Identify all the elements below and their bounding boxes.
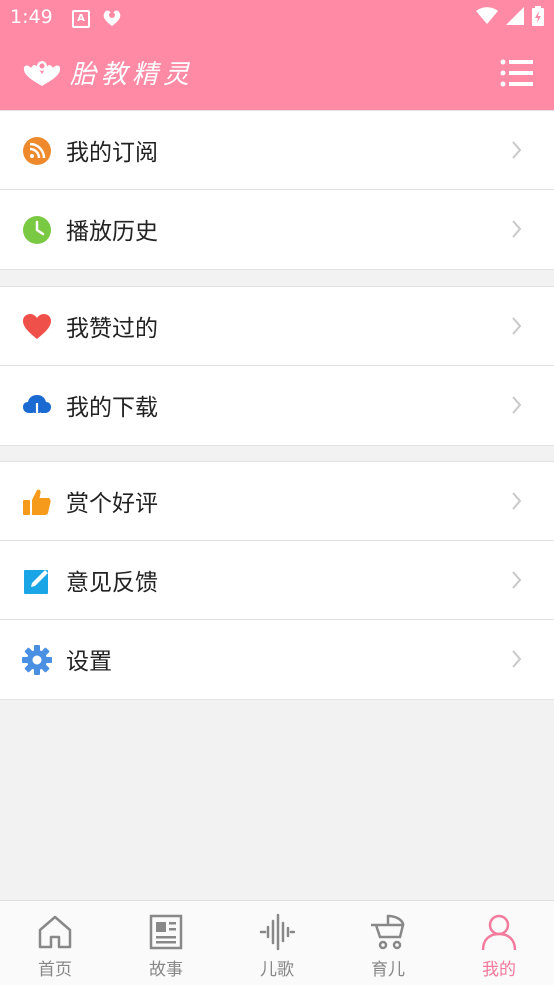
menu-group-1: 我的订阅 播放历史 xyxy=(0,110,554,270)
clock-icon xyxy=(22,215,52,245)
tab-home[interactable]: 首页 xyxy=(0,901,110,985)
chevron-right-icon xyxy=(512,650,522,672)
menu-item-label: 播放历史 xyxy=(66,219,158,245)
tab-label: 我的 xyxy=(482,960,516,980)
header: 1:49 A 胎教精灵 xyxy=(0,0,554,110)
tab-parenting[interactable]: 育儿 xyxy=(333,901,443,985)
menu-item-subscriptions[interactable]: 我的订阅 xyxy=(0,111,554,190)
tab-label: 儿歌 xyxy=(260,960,294,980)
menu-item-history[interactable]: 播放历史 xyxy=(0,190,554,269)
menu-item-label: 赏个好评 xyxy=(66,491,158,517)
newspaper-icon xyxy=(148,913,184,951)
chevron-right-icon xyxy=(512,571,522,593)
status-icons xyxy=(476,6,544,26)
chevron-right-icon xyxy=(512,492,522,514)
tab-label: 育儿 xyxy=(371,960,405,980)
menu-group-3: 赏个好评 意见反馈 设置 xyxy=(0,461,554,700)
menu-item-feedback[interactable]: 意见反馈 xyxy=(0,541,554,620)
heart-icon xyxy=(22,312,52,342)
menu-item-downloads[interactable]: 我的下载 xyxy=(0,366,554,445)
battery-icon xyxy=(532,6,544,26)
menu-item-label: 设置 xyxy=(66,649,112,675)
app-title: 胎教精灵 xyxy=(70,60,195,90)
stroller-icon xyxy=(370,913,406,951)
app-bar: 胎教精灵 xyxy=(0,38,554,110)
menu-item-settings[interactable]: 设置 xyxy=(0,620,554,699)
wifi-icon xyxy=(476,7,498,24)
menu-item-label: 我的订阅 xyxy=(66,140,158,166)
menu-item-label: 我赞过的 xyxy=(66,316,158,342)
chevron-right-icon xyxy=(512,396,522,418)
tab-songs[interactable]: 儿歌 xyxy=(222,901,332,985)
menu-group-2: 我赞过的 我的下载 xyxy=(0,286,554,446)
thumbs-up-icon xyxy=(22,487,52,517)
gear-icon xyxy=(22,645,52,675)
status-bar: 1:49 A xyxy=(0,0,554,38)
app-notification-icon xyxy=(100,6,124,32)
menu-item-label: 我的下载 xyxy=(66,395,158,421)
menu-list-button[interactable] xyxy=(500,58,534,88)
menu-item-label: 意见反馈 xyxy=(66,570,158,596)
edit-icon xyxy=(22,566,52,596)
bottom-nav: 首页 故事 儿歌 育儿 我的 xyxy=(0,900,554,985)
rss-icon xyxy=(22,136,52,166)
tab-label: 故事 xyxy=(149,960,183,980)
tab-mine[interactable]: 我的 xyxy=(444,901,554,985)
soundwave-icon xyxy=(259,913,296,951)
accessibility-icon: A xyxy=(72,10,90,28)
tab-stories[interactable]: 故事 xyxy=(111,901,221,985)
chevron-right-icon xyxy=(512,220,522,242)
menu-item-rate[interactable]: 赏个好评 xyxy=(0,462,554,541)
menu-item-liked[interactable]: 我赞过的 xyxy=(0,287,554,366)
tab-label: 首页 xyxy=(38,960,72,980)
chevron-right-icon xyxy=(512,317,522,339)
status-time: 1:49 xyxy=(10,6,53,28)
person-icon xyxy=(481,913,517,951)
chevron-right-icon xyxy=(512,141,522,163)
cloud-download-icon xyxy=(22,391,52,421)
app-logo-icon xyxy=(22,56,62,96)
home-icon xyxy=(37,913,73,951)
signal-icon xyxy=(506,7,524,25)
